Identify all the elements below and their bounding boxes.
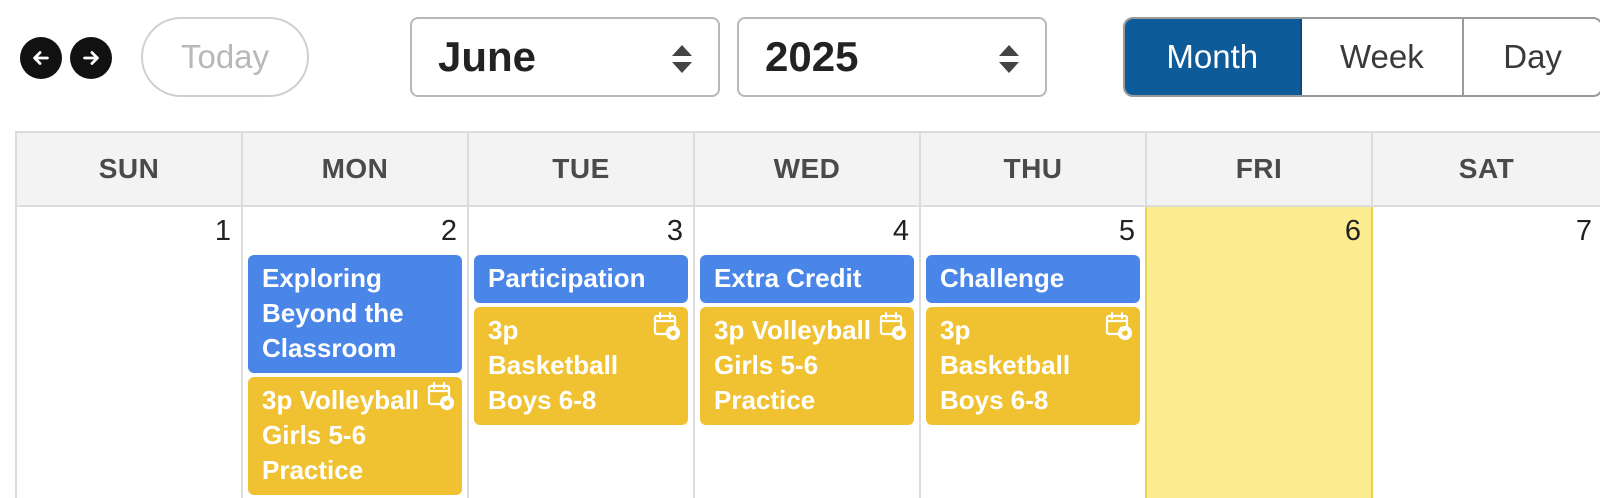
weekday-header-sun: SUN [17, 133, 243, 207]
day-number: 6 [1344, 215, 1361, 247]
weekday-header-fri: FRI [1147, 133, 1373, 207]
week-view-button[interactable]: Week [1302, 19, 1465, 95]
event-title: 3p Basketball Boys 6-8 Practice [488, 315, 619, 425]
day-number: 2 [440, 215, 457, 247]
event-title: 3p Volleyball Girls 5-6 Practice [714, 315, 872, 415]
weekday-header-tue: TUE [469, 133, 695, 207]
day-cell[interactable]: 5 Challenge 3p Basketball Boys 6-8 Pract… [921, 207, 1147, 498]
recurring-calendar-icon [879, 311, 907, 341]
calendar-event[interactable]: Participation [474, 255, 688, 303]
day-view-button[interactable]: Day [1464, 19, 1600, 95]
month-view-button[interactable]: Month [1125, 19, 1302, 95]
next-button[interactable] [70, 37, 112, 79]
calendar-event[interactable]: Exploring Beyond the Classroom [248, 255, 462, 373]
calendar-event[interactable]: Extra Credit [700, 255, 914, 303]
recurring-calendar-icon [1105, 311, 1133, 341]
view-switcher: Month Week Day [1123, 17, 1600, 97]
month-calendar-grid: SUN MON TUE WED THU FRI SAT 1 2 Explorin… [15, 131, 1600, 498]
select-arrows-icon [672, 45, 692, 73]
select-arrows-icon [999, 45, 1019, 73]
year-select[interactable]: 2025 [737, 17, 1047, 97]
day-number: 3 [666, 215, 683, 247]
calendar-event[interactable]: 3p Basketball Boys 6-8 Practice [474, 307, 688, 425]
day-number: 5 [1118, 215, 1135, 247]
year-select-value: 2025 [765, 33, 859, 80]
event-title: 3p Basketball Boys 6-8 Practice [940, 315, 1071, 425]
weekday-header-sat: SAT [1373, 133, 1600, 207]
arrow-right-icon [83, 51, 99, 65]
day-cell[interactable]: 7 [1373, 207, 1600, 498]
event-title: 3p Volleyball Girls 5-6 Practice [262, 385, 420, 485]
day-number: 4 [892, 215, 909, 247]
calendar-event[interactable]: 3p Volleyball Girls 5-6 Practice [700, 307, 914, 425]
calendar-event[interactable]: 3p Basketball Boys 6-8 Practice [926, 307, 1140, 425]
day-cell[interactable]: 1 [17, 207, 243, 498]
today-button[interactable]: Today [141, 17, 309, 97]
day-cell[interactable]: 2 Exploring Beyond the Classroom 3p Voll… [243, 207, 469, 498]
day-cell-today[interactable]: 6 [1145, 207, 1373, 498]
day-number: 7 [1575, 215, 1592, 247]
day-cell[interactable]: 3 Participation 3p Basketball Boys 6-8 P… [469, 207, 695, 498]
calendar-event[interactable]: 3p Volleyball Girls 5-6 Practice [248, 377, 462, 495]
weekday-header-wed: WED [695, 133, 921, 207]
month-select-value: June [438, 33, 537, 80]
recurring-calendar-icon [427, 381, 455, 411]
month-select[interactable]: June [410, 17, 720, 97]
day-cell[interactable]: 4 Extra Credit 3p Volleyball Girls 5-6 P… [695, 207, 921, 498]
arrow-left-icon [33, 51, 49, 65]
day-number: 1 [214, 215, 231, 247]
prev-button[interactable] [20, 37, 62, 79]
calendar-event[interactable]: Challenge [926, 255, 1140, 303]
weekday-header-mon: MON [243, 133, 469, 207]
recurring-calendar-icon [653, 311, 681, 341]
weekday-header-thu: THU [921, 133, 1147, 207]
